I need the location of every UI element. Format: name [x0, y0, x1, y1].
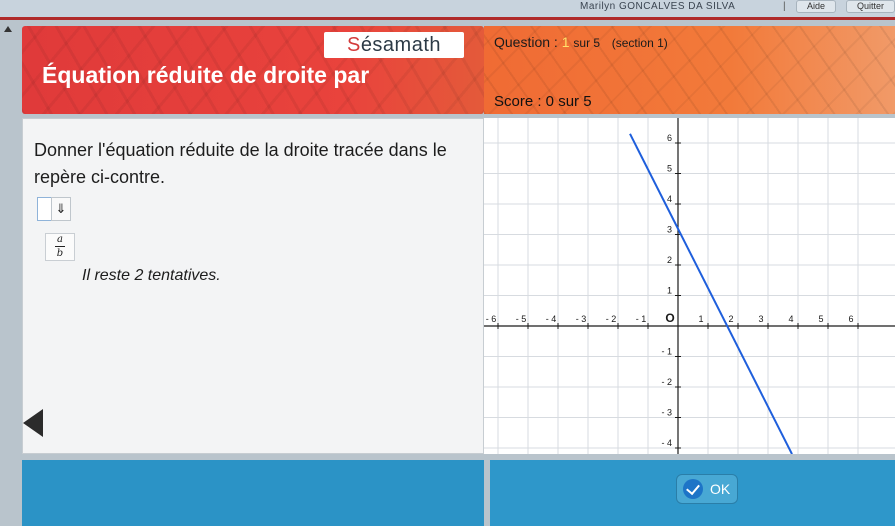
- x-tick-label: - 4: [546, 314, 557, 324]
- y-tick-label: 2: [667, 255, 672, 265]
- question-label: Question :: [494, 34, 558, 50]
- remaining-tries: Il reste 2 tentatives.: [82, 267, 221, 284]
- x-tick-label: - 5: [516, 314, 527, 324]
- fraction-bar: [55, 246, 65, 247]
- instruction-text: Donner l'équation réduite de la droite t…: [34, 140, 447, 187]
- scroll-up-icon[interactable]: [4, 26, 12, 32]
- fraction-denominator: b: [56, 248, 64, 259]
- question-total: sur 5: [573, 36, 601, 50]
- graph-background: [484, 118, 895, 454]
- y-tick-label: - 1: [661, 347, 672, 357]
- y-tick-label: - 3: [661, 408, 672, 418]
- ok-label: OK: [710, 481, 731, 497]
- title-panel: Sésamath Équation réduite de droite par: [22, 26, 484, 114]
- sesamath-logo: Sésamath: [324, 32, 464, 58]
- x-tick-label: 4: [788, 314, 793, 324]
- help-button[interactable]: Aide: [796, 0, 837, 13]
- x-tick-label: - 1: [636, 314, 647, 324]
- y-tick-label: 1: [667, 286, 672, 296]
- logo-letter: S: [346, 34, 361, 56]
- quit-button[interactable]: Quitter: [846, 0, 895, 13]
- page-title: Équation réduite de droite par: [42, 62, 370, 88]
- separator: |: [783, 1, 786, 12]
- logo-text: ésamath: [360, 34, 442, 56]
- ok-button[interactable]: OK: [676, 474, 738, 504]
- fraction-button[interactable]: a b: [45, 233, 75, 261]
- question-counter: Question : 1 sur 5 (section 1): [494, 34, 668, 50]
- y-tick-label: - 2: [661, 377, 672, 387]
- x-tick-label: 6: [848, 314, 853, 324]
- expand-keyboard-button[interactable]: ⇓: [51, 197, 71, 221]
- user-name: Marilyn GONCALVES DA SILVA: [580, 1, 736, 12]
- y-tick-label: 3: [667, 225, 672, 235]
- x-tick-label: 5: [818, 314, 823, 324]
- x-tick-label: - 6: [486, 314, 497, 324]
- x-tick-label: O: [665, 311, 674, 325]
- x-tick-label: 1: [698, 314, 703, 324]
- content-panel: Donner l'équation réduite de la droite t…: [22, 118, 484, 526]
- previous-arrow-icon[interactable]: [23, 409, 43, 437]
- x-tick-label: 2: [728, 314, 733, 324]
- question-panel: Question : 1 sur 5 (section 1) Score : 0…: [484, 26, 895, 114]
- y-tick-label: 5: [667, 164, 672, 174]
- x-tick-label: 3: [758, 314, 763, 324]
- question-number: 1: [561, 34, 570, 50]
- coordinate-graph: - 6 - 5 - 4 - 3 - 2 - 1 O 1 2 3 4 5 6 1 2 3 4 5 6 - 1 - 2 - 3…: [484, 118, 895, 454]
- question-section: (section 1): [611, 36, 668, 50]
- x-tick-label: - 2: [606, 314, 617, 324]
- score: Score : 0 sur 5: [494, 93, 592, 110]
- y-tick-label: - 4: [661, 438, 672, 448]
- footer-left: [22, 460, 484, 526]
- x-tick-label: - 3: [576, 314, 587, 324]
- header-divider: [0, 17, 895, 20]
- check-icon: [683, 479, 703, 499]
- y-tick-label: 6: [667, 133, 672, 143]
- top-bar: Marilyn GONCALVES DA SILVA | Aide Quitte…: [0, 0, 895, 18]
- y-tick-label: 4: [667, 194, 672, 204]
- fraction-numerator: a: [57, 234, 63, 245]
